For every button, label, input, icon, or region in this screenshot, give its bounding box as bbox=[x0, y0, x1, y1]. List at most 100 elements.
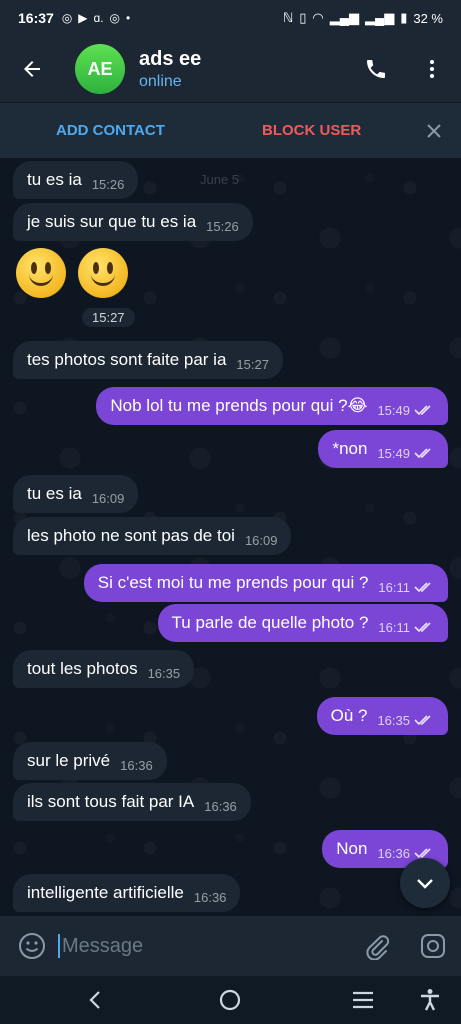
message-text: Si c'est moi tu me prends pour qui ? bbox=[97, 573, 369, 592]
vibrate-icon: ▯ bbox=[299, 10, 307, 25]
message-time: 16:09 bbox=[244, 532, 278, 548]
close-action-bar-button[interactable] bbox=[421, 118, 447, 144]
accessibility-button[interactable] bbox=[410, 980, 450, 1020]
nav-recents-button[interactable] bbox=[343, 980, 383, 1020]
notification-icons: ◎ ▶ ɑ. ◎ • bbox=[62, 11, 130, 25]
close-icon bbox=[427, 123, 441, 138]
message-text: tes photos sont faite par ia bbox=[27, 350, 227, 369]
scroll-to-bottom-button[interactable] bbox=[400, 858, 450, 908]
avatar[interactable]: AE bbox=[75, 44, 125, 94]
message-time: 15:49 bbox=[377, 445, 410, 461]
message-time: 16:09 bbox=[91, 490, 125, 506]
message-input-bar bbox=[0, 916, 461, 976]
message-outgoing[interactable]: Où ? 16:35 bbox=[316, 697, 448, 735]
message-text: je suis sur que tu es ia bbox=[27, 212, 197, 231]
message-incoming[interactable]: ils sont tous fait par IA 16:36 bbox=[13, 783, 251, 821]
message-text: tu es ia bbox=[27, 484, 82, 503]
circle-home-icon bbox=[219, 989, 241, 1011]
message-incoming[interactable]: intelligente artificielle 16:36 bbox=[13, 874, 241, 912]
message-incoming[interactable]: je suis sur que tu es ia 15:26 bbox=[13, 203, 253, 241]
message-incoming[interactable]: tu es ia 16:09 bbox=[13, 475, 139, 513]
chevron-down-icon bbox=[417, 879, 433, 889]
message-time: 16:35 bbox=[147, 665, 181, 681]
contact-action-bar: ADD CONTACT BLOCK USER bbox=[0, 102, 461, 158]
more-menu-button[interactable] bbox=[408, 36, 456, 102]
arrow-left-icon bbox=[24, 61, 40, 77]
battery-percent: 32 % bbox=[413, 10, 443, 26]
system-icons: ℕ ▯ ◠ ▂▄▆ ▂▄▆ ▮ 32 % bbox=[283, 10, 443, 26]
message-text: ils sont tous fait par IA bbox=[27, 792, 195, 811]
battery-icon: ▮ bbox=[400, 10, 408, 25]
message-time: 16:36 bbox=[377, 845, 410, 861]
instagram-icon: ◎ bbox=[109, 11, 121, 25]
camera-icon bbox=[421, 934, 445, 958]
contact-info[interactable]: ads ee online bbox=[139, 48, 201, 91]
message-input[interactable] bbox=[62, 931, 342, 961]
message-text: tu es ia bbox=[27, 170, 82, 189]
contact-status: online bbox=[139, 72, 182, 90]
dot-icon: • bbox=[126, 11, 131, 25]
status-bar: 16:37 ◎ ▶ ɑ. ◎ • ℕ ▯ ◠ ▂▄▆ ▂▄▆ ▮ 32 % bbox=[0, 0, 461, 36]
message-time: 15:26 bbox=[91, 176, 125, 192]
message-time: 16:11 bbox=[378, 579, 410, 595]
message-text: intelligente artificielle bbox=[27, 883, 184, 902]
wifi-icon: ◠ bbox=[312, 10, 324, 25]
message-time: 16:35 bbox=[377, 712, 410, 728]
smile-icon bbox=[19, 933, 45, 959]
date-label: June 5 bbox=[200, 172, 240, 187]
system-navigation-bar bbox=[0, 976, 461, 1024]
contact-name: ads ee bbox=[139, 47, 202, 70]
message-outgoing[interactable]: *non 15:49 bbox=[318, 430, 448, 468]
chevron-left-icon bbox=[89, 991, 100, 1009]
message-text: Tu parle de quelle photo ? bbox=[171, 613, 369, 632]
emoji-button[interactable] bbox=[16, 930, 48, 962]
back-button[interactable] bbox=[0, 36, 64, 102]
chat-header: AE ads ee online bbox=[0, 36, 461, 102]
message-outgoing[interactable]: Tu parle de quelle photo ? 16:11 bbox=[157, 604, 448, 642]
double-check-icon bbox=[414, 582, 431, 593]
status-time: 16:37 bbox=[18, 10, 54, 26]
message-time: 15:27 bbox=[236, 356, 269, 372]
call-button[interactable] bbox=[352, 36, 400, 102]
message-outgoing[interactable]: Si c'est moi tu me prends pour qui ? 16:… bbox=[83, 564, 448, 602]
signal-icon: ▂▄▆ bbox=[329, 10, 359, 25]
double-check-icon bbox=[414, 622, 431, 633]
message-outgoing[interactable]: Nob lol tu me prends pour qui ?😂 15:49 bbox=[96, 387, 448, 425]
nfc-icon: ℕ bbox=[282, 10, 294, 25]
instagram-icon: ◎ bbox=[61, 11, 73, 25]
phone-icon bbox=[367, 60, 385, 78]
slightly-smiling-face-icon bbox=[16, 248, 66, 298]
message-time: 16:11 bbox=[378, 619, 410, 635]
message-text: Non bbox=[336, 839, 368, 858]
paperclip-icon bbox=[366, 935, 390, 960]
more-vertical-icon bbox=[430, 60, 434, 78]
message-incoming[interactable]: tout les photos 16:35 bbox=[13, 650, 195, 688]
message-incoming-emoji[interactable] bbox=[16, 248, 128, 298]
attach-button[interactable] bbox=[360, 929, 394, 963]
camera-button[interactable] bbox=[416, 929, 450, 963]
message-text: sur le privé bbox=[27, 751, 111, 770]
menu-lines-icon bbox=[353, 991, 373, 1009]
message-text: Où ? bbox=[330, 706, 368, 725]
message-text: les photo ne sont pas de toi bbox=[27, 526, 235, 545]
message-text: tout les photos bbox=[27, 659, 138, 678]
add-contact-button[interactable]: ADD CONTACT bbox=[56, 122, 165, 139]
message-incoming[interactable]: les photo ne sont pas de toi 16:09 bbox=[13, 517, 292, 555]
text-caret bbox=[58, 934, 60, 958]
nav-back-button[interactable] bbox=[76, 980, 116, 1020]
signal-icon: ▂▄▆ bbox=[364, 10, 395, 25]
message-incoming[interactable]: sur le privé 16:36 bbox=[13, 742, 167, 780]
nav-home-button[interactable] bbox=[210, 980, 250, 1020]
message-incoming[interactable]: tes photos sont faite par ia 15:27 bbox=[13, 341, 283, 379]
avatar-initials: AE bbox=[87, 58, 113, 79]
a-icon: ɑ. bbox=[93, 11, 104, 25]
youtube-icon: ▶ bbox=[78, 11, 88, 25]
message-text: *non bbox=[332, 439, 368, 458]
message-time: 15:49 bbox=[377, 402, 410, 418]
message-time: 16:36 bbox=[204, 798, 237, 814]
message-time: 16:36 bbox=[120, 757, 153, 773]
message-incoming[interactable]: tu es ia 15:26 bbox=[13, 161, 139, 199]
message-time: 16:36 bbox=[193, 889, 227, 905]
block-user-button[interactable]: BLOCK USER bbox=[262, 122, 361, 139]
accessibility-icon bbox=[421, 989, 439, 1011]
